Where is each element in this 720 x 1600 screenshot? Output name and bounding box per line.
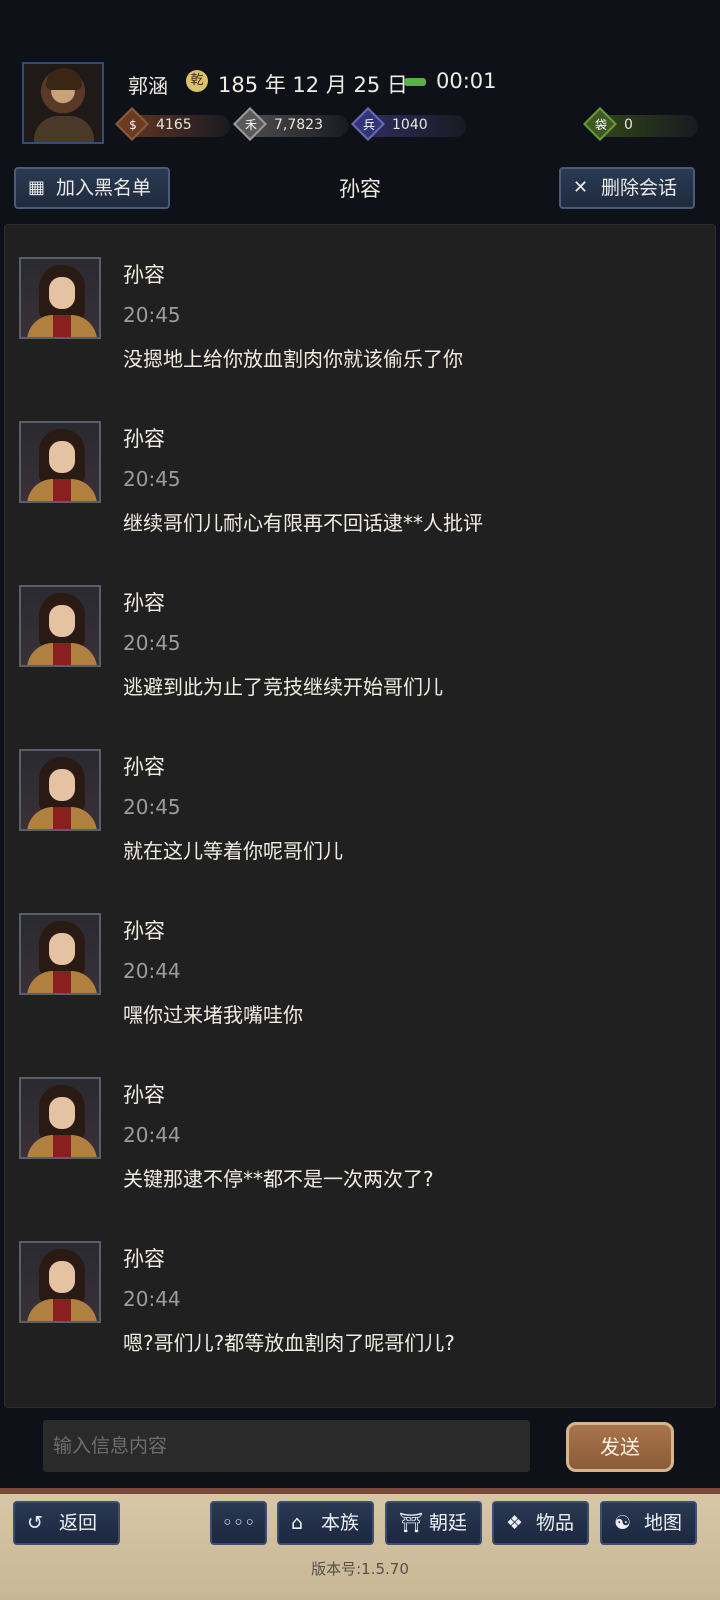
sender-name: 孙容 — [123, 263, 165, 287]
resource-grain[interactable]: 禾 7,7823 — [233, 107, 348, 141]
message-item: 孙容 20:45 继续哥们儿耐心有限再不回话逮**人批评 — [19, 421, 699, 551]
sender-avatar[interactable] — [19, 913, 101, 995]
sender-name: 孙容 — [123, 591, 165, 615]
version-text: 版本号:1.5.70 — [311, 1560, 409, 1578]
chat-message-list[interactable]: 孙容 20:45 没摁地上给你放血割肉你就该偷乐了你 孙容 20:45 继续哥们… — [4, 224, 716, 1408]
message-text: 继续哥们儿耐心有限再不回话逮**人批评 — [123, 511, 483, 535]
message-time: 20:44 — [123, 959, 181, 983]
top-status-bar: 郭涵 乾 185 年 12 月 25 日 00:01 $ 4165 禾 7,78… — [0, 0, 720, 220]
delete-label: 删除会话 — [601, 177, 678, 199]
message-item: 孙容 20:44 嗯?哥们儿?都等放血割肉了呢哥们儿? — [19, 1241, 699, 1371]
back-label: 返回 — [59, 1512, 98, 1534]
message-time: 20:45 — [123, 467, 181, 491]
message-time: 20:45 — [123, 303, 181, 327]
items-label: 物品 — [536, 1512, 575, 1534]
player-name: 郭涵 — [128, 74, 168, 98]
map-label: 地图 — [644, 1512, 683, 1534]
map-icon: ☯ — [614, 1512, 632, 1534]
sender-avatar[interactable] — [19, 1241, 101, 1323]
back-arrow-icon: ↺ — [27, 1512, 43, 1534]
sender-name: 孙容 — [123, 755, 165, 779]
portrait-body — [34, 116, 94, 142]
soldier-glyph: 兵 — [362, 118, 375, 132]
message-text: 嘿你过来堵我嘴哇你 — [123, 1003, 303, 1027]
message-text: 嗯?哥们儿?都等放血割肉了呢哥们儿? — [123, 1331, 455, 1355]
resource-bag[interactable]: 袋 0 — [583, 107, 698, 141]
bag-glyph: 袋 — [594, 118, 607, 132]
bag-value: 0 — [624, 117, 633, 133]
grain-glyph: 禾 — [244, 118, 257, 132]
close-icon: ✕ — [573, 177, 589, 198]
back-button[interactable]: ↺ 返回 — [13, 1501, 120, 1545]
message-time: 20:45 — [123, 631, 181, 655]
message-item: 孙容 20:44 关键那逮不停**都不是一次两次了? — [19, 1077, 699, 1207]
sender-name: 孙容 — [123, 1083, 165, 1107]
game-time: 00:01 — [436, 69, 497, 93]
coin-glyph: $ — [129, 118, 137, 132]
delete-conversation-button[interactable]: ✕ 删除会话 — [559, 167, 695, 209]
court-label: 朝廷 — [429, 1512, 468, 1534]
bar-edge — [0, 1488, 720, 1494]
message-text: 没摁地上给你放血割肉你就该偷乐了你 — [123, 347, 463, 371]
map-button[interactable]: ☯ 地图 — [600, 1501, 697, 1545]
message-item: 孙容 20:45 没摁地上给你放血割肉你就该偷乐了你 — [19, 257, 699, 387]
message-item: 孙容 20:45 逃避到此为止了竞技继续开始哥们儿 — [19, 585, 699, 715]
court-button[interactable]: ⛩ 朝廷 — [385, 1501, 482, 1545]
resource-soldier[interactable]: 兵 1040 — [351, 107, 466, 141]
time-bar-icon — [404, 78, 426, 86]
palace-icon: ⛩ — [399, 1512, 424, 1534]
message-text: 关键那逮不停**都不是一次两次了? — [123, 1167, 434, 1191]
player-portrait[interactable] — [22, 62, 104, 144]
coin-value: 4165 — [156, 117, 192, 133]
message-input[interactable]: 输入信息内容 — [43, 1420, 530, 1472]
more-dots-icon: ◦◦◦ — [221, 1512, 256, 1534]
sender-avatar[interactable] — [19, 585, 101, 667]
send-button[interactable]: 发送 — [566, 1422, 674, 1472]
resource-coin[interactable]: $ 4165 — [115, 107, 230, 141]
message-text: 逃避到此为止了竞技继续开始哥们儿 — [123, 675, 443, 699]
message-time: 20:44 — [123, 1287, 181, 1311]
items-icon: ❖ — [506, 1512, 524, 1534]
sender-name: 孙容 — [123, 1247, 165, 1271]
sender-name: 孙容 — [123, 919, 165, 943]
sender-avatar[interactable] — [19, 749, 101, 831]
clan-button[interactable]: ⌂ 本族 — [277, 1501, 374, 1545]
calendar-seal-icon: 乾 — [186, 70, 208, 92]
message-time: 20:45 — [123, 795, 181, 819]
clan-label: 本族 — [321, 1512, 360, 1534]
sender-avatar[interactable] — [19, 257, 101, 339]
message-time: 20:44 — [123, 1123, 181, 1147]
game-date: 185 年 12 月 25 日 — [218, 73, 408, 97]
bottom-navigation: ↺ 返回 ◦◦◦ ⌂ 本族 ⛩ 朝廷 ❖ 物品 ☯ 地图 — [0, 1488, 720, 1600]
sender-avatar[interactable] — [19, 1077, 101, 1159]
sender-name: 孙容 — [123, 427, 165, 451]
soldier-value: 1040 — [392, 117, 428, 133]
grain-value: 7,7823 — [274, 117, 323, 133]
more-button[interactable]: ◦◦◦ — [210, 1501, 267, 1545]
message-item: 孙容 20:45 就在这儿等着你呢哥们儿 — [19, 749, 699, 879]
sender-avatar[interactable] — [19, 421, 101, 503]
resource-bar — [602, 115, 698, 137]
clan-icon: ⌂ — [291, 1512, 304, 1534]
items-button[interactable]: ❖ 物品 — [492, 1501, 589, 1545]
message-text: 就在这儿等着你呢哥们儿 — [123, 839, 343, 863]
message-item: 孙容 20:44 嘿你过来堵我嘴哇你 — [19, 913, 699, 1043]
portrait-hat — [46, 68, 82, 90]
